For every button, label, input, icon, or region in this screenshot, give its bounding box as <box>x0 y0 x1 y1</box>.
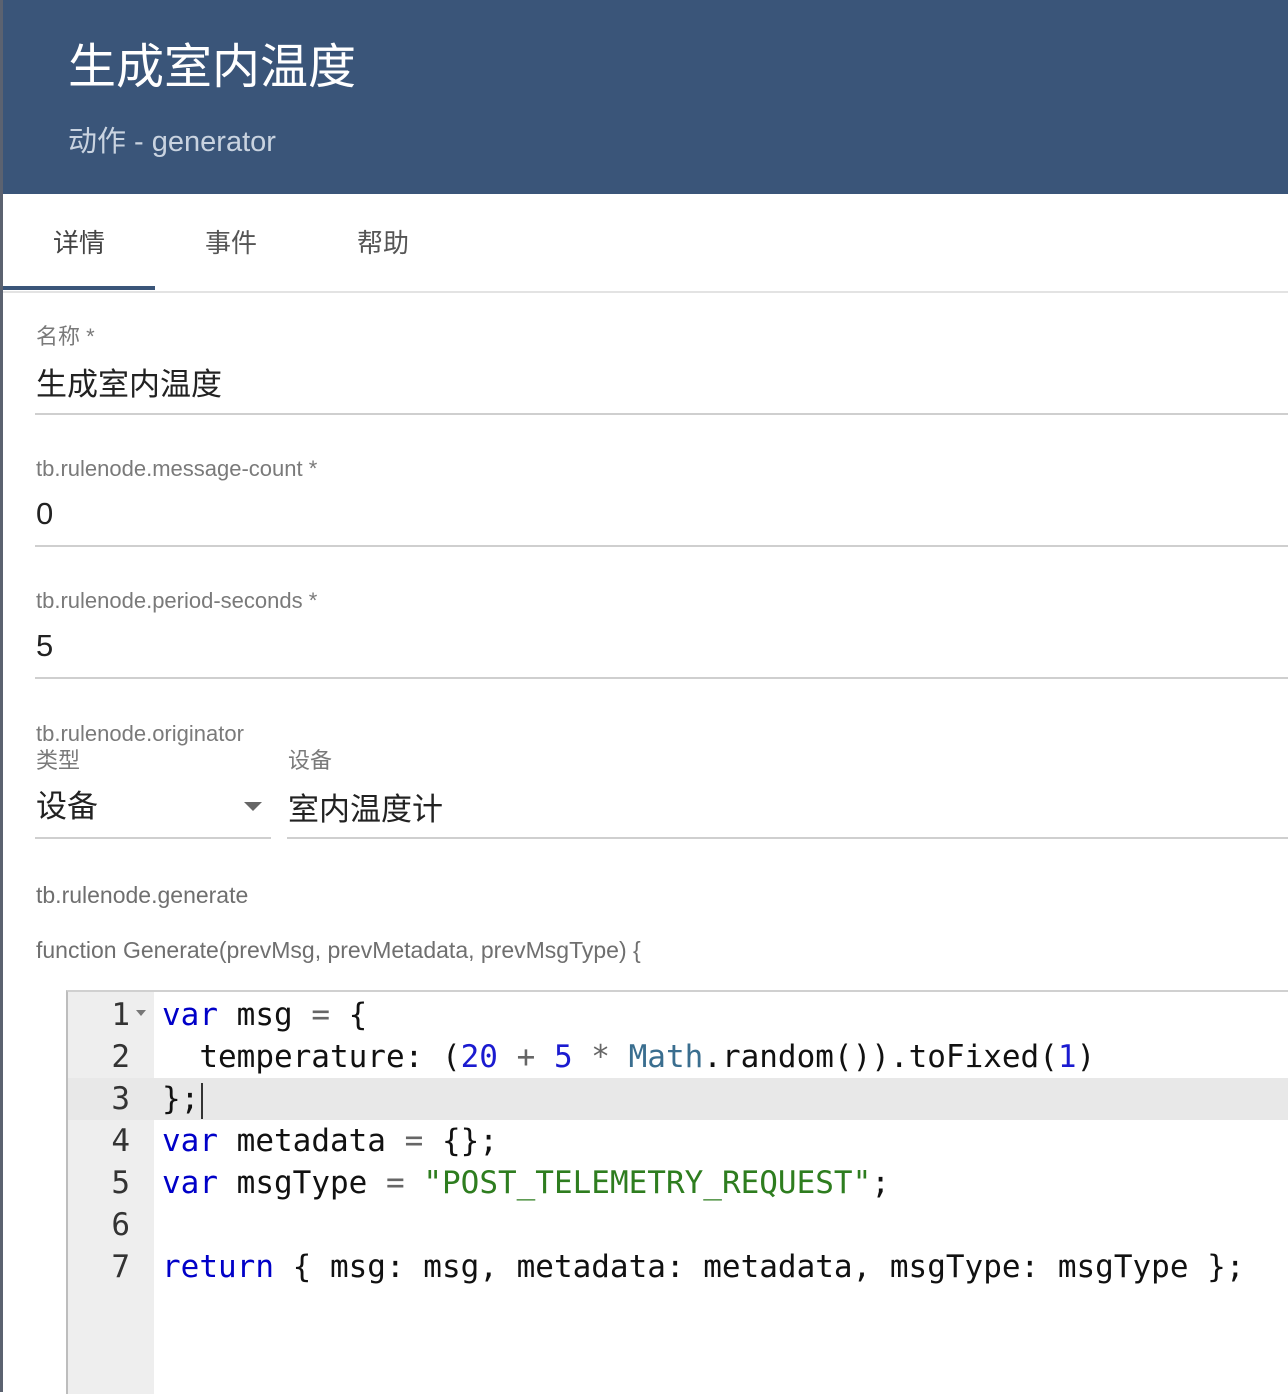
code-line: 3 }; <box>68 1078 1288 1120</box>
operator: = <box>385 1165 405 1201</box>
name-field[interactable]: 生成室内温度 <box>36 366 222 404</box>
line-number: 3 <box>111 1081 130 1117</box>
tab-events[interactable]: 事件 <box>155 194 307 289</box>
code-token: { <box>330 997 368 1033</box>
active-tab-indicator <box>3 286 155 290</box>
period-seconds-underline <box>35 677 1288 679</box>
code-token: .random()).toFixed( <box>703 1039 1058 1075</box>
keyword: var <box>162 997 218 1033</box>
code-token: msg <box>218 997 312 1033</box>
line-number: 4 <box>111 1123 130 1159</box>
number-literal: 20 <box>460 1039 498 1075</box>
message-count-field[interactable]: 0 <box>36 495 53 533</box>
tab-details[interactable]: 详情 <box>3 194 155 289</box>
tab-help[interactable]: 帮助 <box>307 194 459 289</box>
code-text[interactable]: }; <box>162 1078 204 1120</box>
originator-type-label-2: 类型 <box>36 748 81 773</box>
builtin-identifier: Math <box>628 1039 704 1075</box>
generate-label: tb.rulenode.generate <box>36 882 249 908</box>
code-line: 4 var metadata = {}; <box>68 1120 1288 1162</box>
operator: = <box>404 1123 424 1159</box>
code-line: 1 var msg = { <box>68 994 1288 1036</box>
code-text[interactable]: temperature: (20 + 5 * Math.random()).to… <box>162 1036 1095 1078</box>
device-label: 设备 <box>288 748 333 773</box>
code-line: 6 <box>68 1204 1288 1246</box>
code-token: msgType <box>218 1165 386 1201</box>
string-literal: "POST_TELEMETRY_REQUEST" <box>423 1165 872 1201</box>
page-title: 生成室内温度 <box>68 41 357 94</box>
code-token: temperature: ( <box>162 1039 461 1075</box>
code-text[interactable]: var msg = { <box>162 994 367 1036</box>
line-number: 2 <box>111 1039 130 1075</box>
period-seconds-field[interactable]: 5 <box>36 627 53 665</box>
message-count-label: tb.rulenode.message-count * <box>36 456 318 481</box>
code-token: ; <box>871 1165 890 1201</box>
dialog-header: 生成室内温度 动作 - generator <box>3 0 1288 194</box>
code-token: ) <box>1076 1039 1096 1075</box>
operator: + <box>497 1039 554 1075</box>
message-count-underline <box>35 545 1288 547</box>
text-cursor <box>201 1082 204 1119</box>
keyword: return <box>162 1249 274 1285</box>
fold-arrow-icon[interactable] <box>136 1010 146 1016</box>
code-text[interactable]: var msgType = "POST_TELEMETRY_REQUEST"; <box>162 1162 890 1204</box>
keyword: var <box>162 1123 218 1159</box>
name-field-underline <box>35 413 1288 415</box>
keyword: var <box>162 1165 218 1201</box>
code-text[interactable]: var metadata = {}; <box>162 1120 498 1162</box>
line-number: 1 <box>111 997 130 1033</box>
code-token: metadata <box>218 1123 405 1159</box>
node-type-subtitle: 动作 - generator <box>68 126 276 158</box>
period-seconds-label: tb.rulenode.period-seconds * <box>36 588 318 613</box>
code-text[interactable]: return { msg: msg, metadata: metadata, m… <box>162 1246 1245 1288</box>
operator: * <box>572 1039 629 1075</box>
number-literal: 1 <box>1057 1039 1077 1075</box>
line-number: 6 <box>111 1207 130 1243</box>
operator: = <box>311 997 330 1033</box>
code-line: 7 return { msg: msg, metadata: metadata,… <box>68 1246 1288 1288</box>
originator-type-label: tb.rulenode.originator <box>36 721 244 746</box>
originator-type-underline <box>35 837 271 839</box>
chevron-down-icon[interactable] <box>244 802 262 811</box>
function-signature: function Generate(prevMsg, prevMetadata,… <box>36 937 641 963</box>
tab-bar: 详情 事件 帮助 <box>3 194 1288 293</box>
originator-type-select[interactable]: 设备 <box>36 788 98 826</box>
line-number: 5 <box>111 1165 130 1201</box>
code-line: 2 temperature: (20 + 5 * Math.random()).… <box>68 1036 1288 1078</box>
code-token: }; <box>162 1081 200 1117</box>
device-field-underline <box>287 837 1288 839</box>
device-field[interactable]: 室内温度计 <box>288 791 443 829</box>
number-literal: 5 <box>553 1039 573 1075</box>
code-token: { msg: msg, metadata: metadata, msgType:… <box>273 1249 1245 1285</box>
code-token: {}; <box>423 1123 498 1159</box>
code-line: 5 var msgType = "POST_TELEMETRY_REQUEST"… <box>68 1162 1288 1204</box>
name-label: 名称 * <box>36 324 95 349</box>
line-number: 7 <box>111 1249 130 1285</box>
code-editor[interactable]: 1 var msg = { 2 temperature: (20 + 5 * M… <box>66 990 1288 1394</box>
